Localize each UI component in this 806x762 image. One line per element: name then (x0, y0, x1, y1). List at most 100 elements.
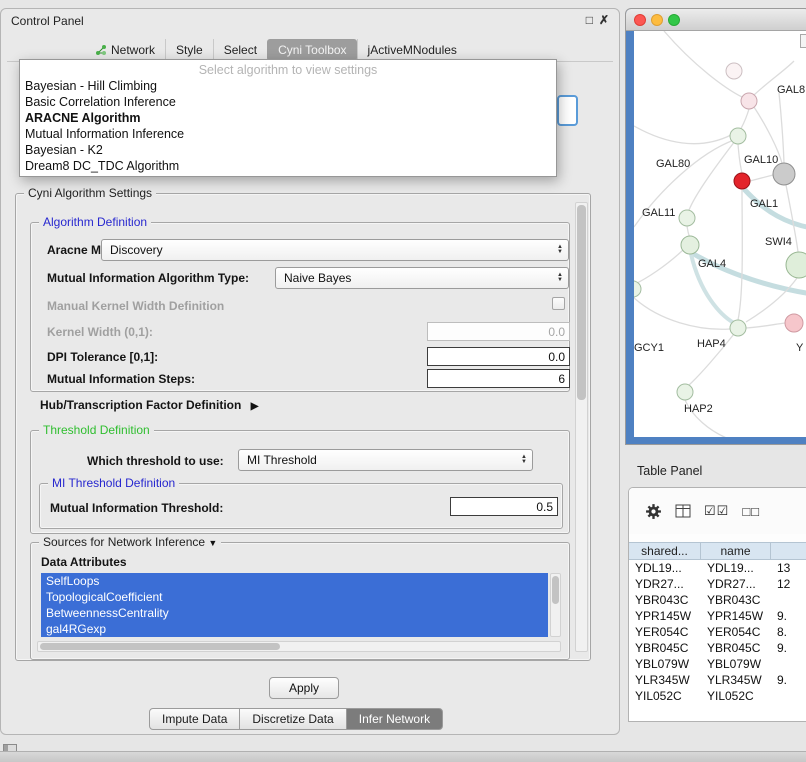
attributes-horizontal-scrollbar[interactable] (37, 641, 561, 652)
column-header-name[interactable]: name (701, 543, 771, 559)
mi-steps-input[interactable] (427, 369, 570, 388)
table-cell[interactable]: 9. (771, 608, 806, 624)
table-cell[interactable]: YLR345W (629, 672, 701, 688)
algorithm-popup-item[interactable]: Dream8 DC_TDC Algorithm (20, 158, 556, 174)
table-row[interactable]: YBR043CYBR043C (629, 592, 806, 608)
network-edge[interactable] (634, 126, 731, 144)
network-canvas[interactable]: GAL8GAL80GAL10GAL11GAL1SWI4GAL4GCY1HAP4Y… (634, 31, 806, 437)
table-cell[interactable]: YDL19... (629, 560, 701, 576)
algorithm-popup-item[interactable]: ARACNE Algorithm (20, 110, 556, 126)
table-cell[interactable]: YER054C (629, 624, 701, 640)
column-header-extra[interactable] (771, 543, 806, 559)
zoom-traffic-light[interactable] (668, 14, 680, 26)
table-row[interactable]: YDR27...YDR27...12 (629, 576, 806, 592)
table-row[interactable]: YIL052CYIL052C (629, 688, 806, 704)
table-cell[interactable]: YPR145W (629, 608, 701, 624)
network-edge[interactable] (687, 226, 690, 236)
data-attribute-item[interactable]: TopologicalCoefficient (41, 589, 548, 605)
table-cell[interactable]: YBR045C (629, 640, 701, 656)
mi-algorithm-type-select[interactable]: Naive Bayes ▲▼ (275, 267, 569, 289)
network-node[interactable] (677, 384, 693, 400)
table-row[interactable]: YBR045CYBR045C9. (629, 640, 806, 656)
table-cell[interactable] (771, 592, 806, 608)
table-settings-gear-icon[interactable] (645, 503, 662, 520)
tab-select[interactable]: Select (213, 39, 267, 61)
network-node[interactable] (773, 163, 795, 185)
network-node[interactable] (730, 320, 746, 336)
table-cell[interactable]: 8. (771, 624, 806, 640)
table-cell[interactable]: YIL052C (629, 688, 701, 704)
minimize-traffic-light[interactable] (651, 14, 663, 26)
close-window-icon[interactable]: ✗ (599, 13, 609, 27)
table-cell[interactable]: 13 (771, 560, 806, 576)
network-edge[interactable] (634, 250, 683, 285)
algorithm-popup-item[interactable]: Bayesian - Hill Climbing (20, 78, 556, 94)
hub-section-toggle[interactable]: Hub/Transcription Factor Definition ▶ (40, 398, 258, 414)
tab-jactivemnodules[interactable]: jActiveMNodules (357, 39, 467, 61)
close-traffic-light[interactable] (634, 14, 646, 26)
network-edge[interactable] (750, 175, 773, 181)
network-node[interactable] (730, 128, 746, 144)
tab-style[interactable]: Style (165, 39, 213, 61)
table-row[interactable]: YER054CYER054C8. (629, 624, 806, 640)
network-node[interactable] (634, 281, 641, 297)
table-cell[interactable]: YIL052C (701, 688, 771, 704)
algorithm-popup-item[interactable]: Mutual Information Inference (20, 126, 556, 142)
table-cell[interactable]: YBR043C (629, 592, 701, 608)
data-attribute-item[interactable]: BetweennessCentrality (41, 605, 548, 621)
algorithm-popup-item[interactable]: Bayesian - K2 (20, 142, 556, 158)
table-row[interactable]: YPR145WYPR145W9. (629, 608, 806, 624)
network-node[interactable] (734, 173, 750, 189)
table-cell[interactable]: 9. (771, 640, 806, 656)
table-row[interactable]: YBL079WYBL079W (629, 656, 806, 672)
table-cell[interactable]: YBR045C (701, 640, 771, 656)
deselect-all-rows-icon[interactable]: □□ (742, 504, 760, 519)
table-cell[interactable]: YBL079W (629, 656, 701, 672)
network-node[interactable] (785, 314, 803, 332)
manual-kernel-checkbox[interactable] (552, 297, 565, 310)
mi-threshold-input[interactable] (450, 497, 558, 516)
float-window-icon[interactable]: □ (586, 13, 593, 27)
table-cell[interactable]: 9. (771, 672, 806, 688)
table-cell[interactable]: YDL19... (701, 560, 771, 576)
data-attribute-item[interactable]: SelfLoops (41, 573, 548, 589)
tab-discretize-data[interactable]: Discretize Data (239, 708, 346, 730)
network-edge[interactable] (738, 144, 742, 173)
network-node[interactable] (681, 236, 699, 254)
dpi-tolerance-input[interactable] (427, 347, 570, 366)
tab-infer-network[interactable]: Infer Network (346, 708, 443, 730)
table-row[interactable]: YDL19...YDL19...13 (629, 560, 806, 576)
table-cell[interactable]: YLR345W (701, 672, 771, 688)
tab-network[interactable]: Network (85, 39, 165, 61)
network-node[interactable] (786, 252, 806, 278)
network-edge[interactable] (738, 189, 742, 320)
network-node[interactable] (679, 210, 695, 226)
algorithm-popup-item[interactable]: Basic Correlation Inference (20, 94, 556, 110)
network-edge[interactable] (779, 93, 784, 163)
table-cell[interactable]: YPR145W (701, 608, 771, 624)
apply-button[interactable]: Apply (269, 677, 339, 699)
settings-vertical-scrollbar[interactable] (575, 202, 588, 652)
network-node[interactable] (741, 93, 757, 109)
column-selector-icon[interactable] (675, 504, 691, 518)
aracne-mode-select[interactable]: Discovery ▲▼ (101, 239, 569, 261)
attributes-vertical-scrollbar[interactable] (550, 573, 561, 637)
table-cell[interactable]: YDR27... (701, 576, 771, 592)
table-row[interactable]: YLR345WYLR345W9. (629, 672, 806, 688)
which-threshold-select[interactable]: MI Threshold ▲▼ (238, 449, 533, 471)
network-edge[interactable] (634, 297, 730, 329)
data-attribute-item[interactable]: gal4RGexp (41, 621, 548, 637)
tab-impute-data[interactable]: Impute Data (149, 708, 240, 730)
table-cell[interactable]: YBR043C (701, 592, 771, 608)
column-header-shared-name[interactable]: shared... (629, 543, 701, 559)
network-edge[interactable] (746, 323, 785, 328)
sources-section-toggle[interactable]: Sources for Network Inference ▼ (39, 535, 221, 550)
table-cell[interactable]: YBL079W (701, 656, 771, 672)
table-cell[interactable]: YDR27... (629, 576, 701, 592)
tab-cyni-toolbox[interactable]: Cyni Toolbox (267, 39, 356, 61)
table-cell[interactable] (771, 656, 806, 672)
table-cell[interactable]: 12 (771, 576, 806, 592)
kernel-width-input[interactable] (427, 322, 570, 341)
network-node[interactable] (726, 63, 742, 79)
table-cell[interactable] (771, 688, 806, 704)
